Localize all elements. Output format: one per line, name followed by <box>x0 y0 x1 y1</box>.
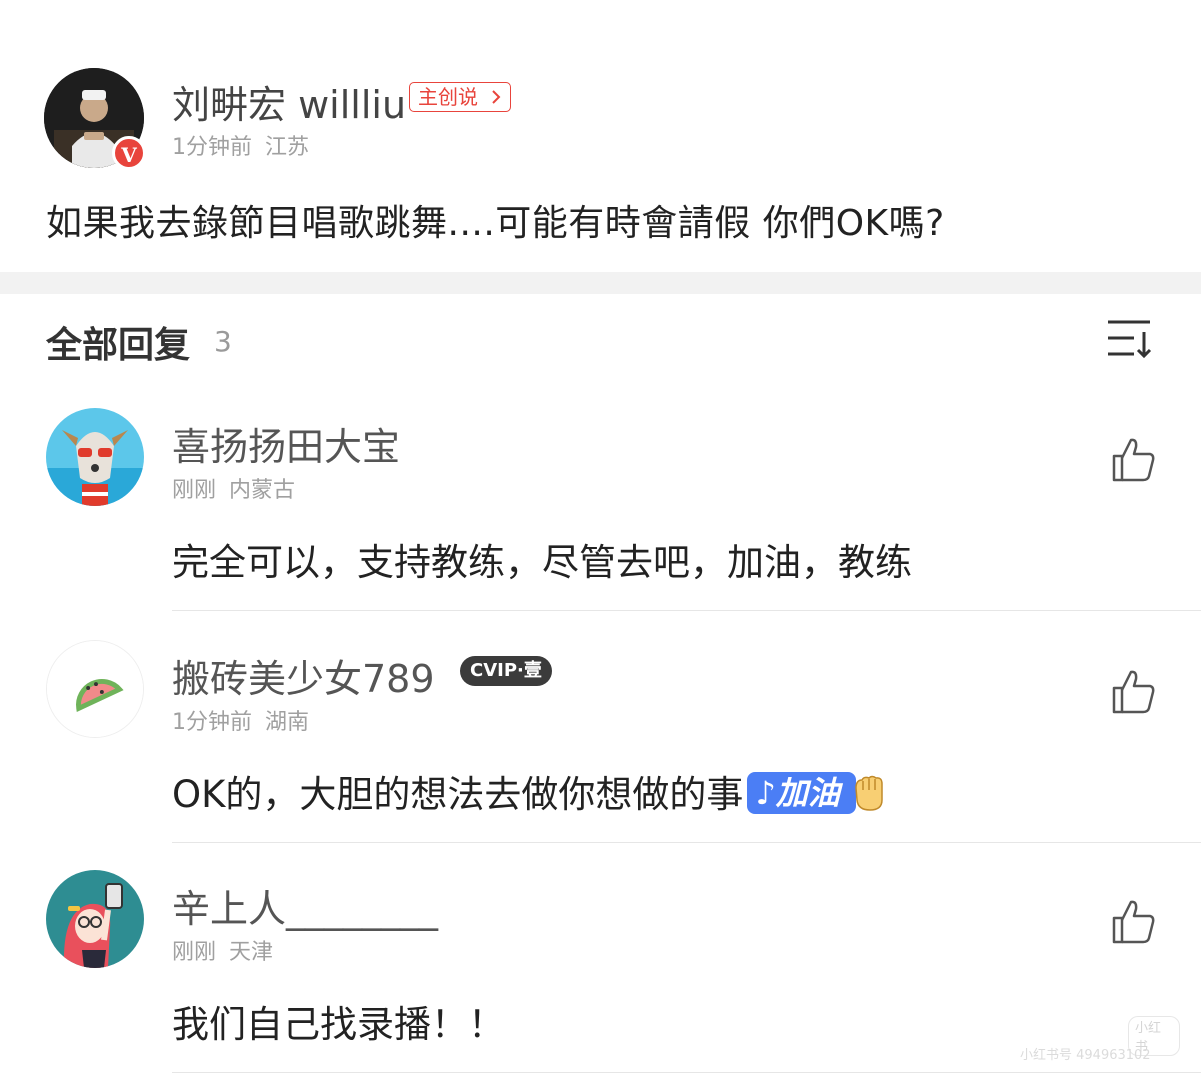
chevron-right-icon <box>492 90 501 104</box>
comment-divider <box>172 842 1201 843</box>
comment-location: 湖南 <box>265 710 310 735</box>
comment-item: 喜扬扬田大宝 刚刚 内蒙古 完全可以，支持教练，尽管去吧，加油，教练 <box>0 408 1201 611</box>
post-location: 江苏 <box>265 135 310 160</box>
comment-time: 刚刚 <box>172 940 217 965</box>
comment-text: 我们自己找录播！！ <box>172 1003 505 1046</box>
section-divider <box>0 272 1201 294</box>
comment-meta: 刚刚 内蒙古 <box>172 472 295 504</box>
thumbs-up-icon[interactable] <box>1108 434 1158 484</box>
author-name[interactable]: 刘畊宏 willliu <box>172 74 406 129</box>
sort-icon[interactable] <box>1106 318 1152 360</box>
comment-divider <box>172 1072 1201 1073</box>
post-text: 如果我去錄節目唱歌跳舞....可能有時會請假 你們OK嗎? <box>46 203 945 244</box>
comment-location: 内蒙古 <box>229 478 296 503</box>
creator-tag-chip[interactable]: 主创说 <box>409 82 511 112</box>
comment-time: 1分钟前 <box>172 710 252 735</box>
comment-meta: 刚刚 天津 <box>172 934 273 966</box>
commenter-name[interactable]: 喜扬扬田大宝 <box>172 416 400 471</box>
commenter-name[interactable]: 搬砖美少女789 <box>172 648 435 703</box>
comment-location: 天津 <box>229 940 274 965</box>
commenter-avatar[interactable] <box>46 870 144 968</box>
fist-icon <box>855 775 883 811</box>
commenter-name[interactable]: 辛上人________ <box>172 878 438 933</box>
vip-badge: CVIP·壹 <box>460 656 552 686</box>
comment-divider <box>172 610 1201 611</box>
watermark: 小红书 小红书号 494963102 <box>1020 1016 1180 1064</box>
replies-count: 3 <box>214 325 232 358</box>
verified-icon: V <box>112 136 146 170</box>
comment-time: 刚刚 <box>172 478 217 503</box>
creator-tag-label: 主创说 <box>418 85 478 109</box>
commenter-avatar[interactable] <box>46 640 144 738</box>
post-meta: 1分钟前 江苏 <box>172 129 309 161</box>
comment-text-body: OK的，大胆的想法去做你想做的事 <box>172 773 744 816</box>
thumbs-up-icon[interactable] <box>1108 896 1158 946</box>
comment-text: 完全可以，支持教练，尽管去吧，加油，教练 <box>172 541 912 584</box>
post-time: 1分钟前 <box>172 135 252 160</box>
commenter-avatar[interactable] <box>46 408 144 506</box>
replies-title: 全部回复 <box>46 325 191 366</box>
thumbs-up-icon[interactable] <box>1108 666 1158 716</box>
comment-text: OK的，大胆的想法去做你想做的事 ♪加油 <box>172 764 890 818</box>
watermark-text: 小红书号 494963102 <box>1020 1048 1151 1063</box>
jiayou-sticker: ♪加油 <box>747 771 856 814</box>
main-post: V 刘畊宏 willliu 主创说 1分钟前 江苏 如果我去錄節目唱歌跳舞...… <box>0 0 1201 272</box>
comment-meta: 1分钟前 湖南 <box>172 704 309 736</box>
comment-item: 搬砖美少女789 CVIP·壹 1分钟前 湖南 OK的，大胆的想法去做你想做的事… <box>0 640 1201 843</box>
